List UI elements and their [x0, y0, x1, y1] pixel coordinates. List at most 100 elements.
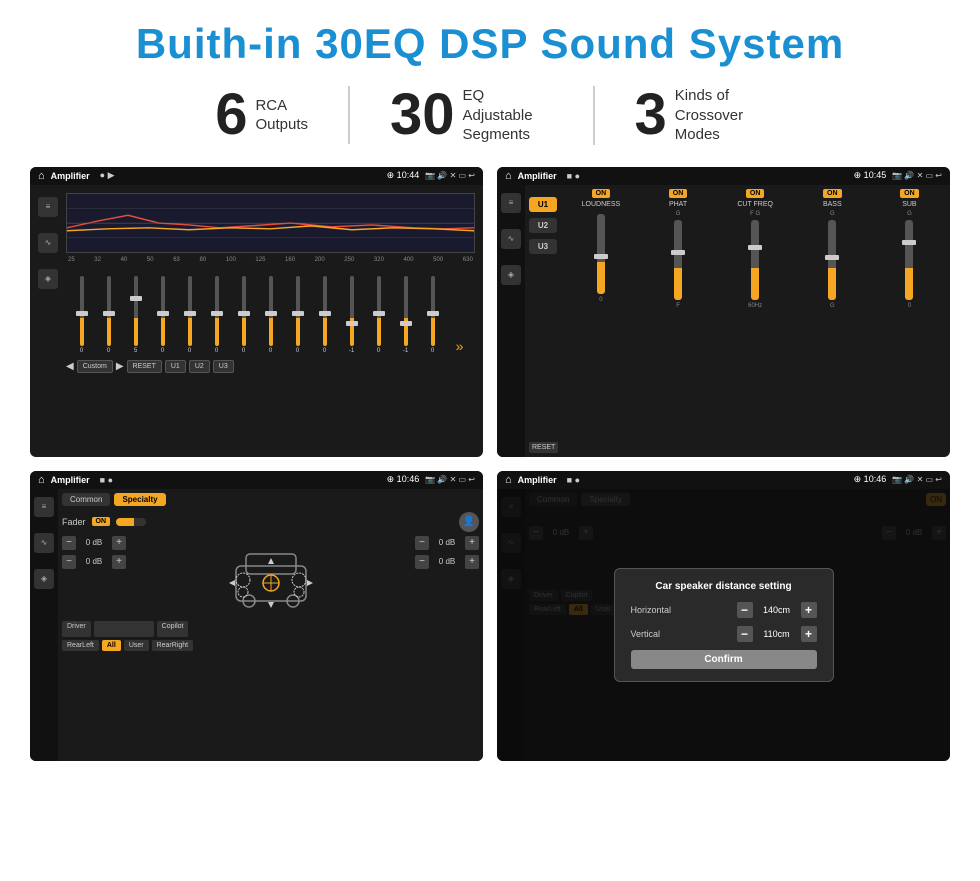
user-btn[interactable]: User — [124, 640, 149, 651]
crossover-reset-btn[interactable]: RESET — [529, 442, 558, 453]
eq-graph — [66, 193, 475, 253]
screenshots-grid: ⌂ Amplifier ● ▶ ⊕ 10:44 📷 🔊 ✕ ▭ ↩ ≡ ∿ ◈ — [30, 167, 950, 761]
car-diagram — [134, 536, 407, 616]
db-minus-3[interactable]: − — [415, 536, 429, 550]
bass-slider[interactable] — [828, 220, 836, 300]
fader-on-badge[interactable]: ON — [92, 517, 111, 526]
loudness-on[interactable]: ON — [592, 189, 611, 198]
xover-sidebar-icon-2[interactable]: ∿ — [501, 229, 521, 249]
dialog-vertical-row: Vertical − 110cm + — [631, 626, 817, 642]
crossover-sidebar: ≡ ∿ ◈ — [497, 185, 525, 457]
fader-slider-mini[interactable] — [116, 518, 146, 526]
bass-on[interactable]: ON — [823, 189, 842, 198]
slider-4[interactable]: 0 — [149, 276, 176, 354]
fader-left-controls: − 0 dB + − 0 dB + — [62, 536, 126, 569]
eq-controls: ◀ Custom ▶ RESET U1 U2 U3 — [66, 360, 475, 373]
horizontal-control: − 140cm + — [737, 602, 817, 618]
db-minus-2[interactable]: − — [62, 555, 76, 569]
status-bar-fader: ⌂ Amplifier ■ ● ⊕ 10:46 📷 🔊 ✕ ▭ ↩ — [30, 471, 483, 489]
all-btn[interactable]: All — [102, 640, 121, 651]
slider-10[interactable]: 0 — [311, 276, 338, 354]
slider-5[interactable]: 0 — [176, 276, 203, 354]
screenshot-distance: ⌂ Amplifier ■ ● ⊕ 10:46 📷 🔊 ✕ ▭ ↩ ≡ ∿ ◈ … — [497, 471, 950, 761]
slider-11[interactable]: -1 — [338, 276, 365, 354]
eq-screen: ≡ ∿ ◈ — [30, 185, 483, 457]
eq-custom-button[interactable]: Custom — [77, 360, 113, 373]
fader-sidebar-icon-1[interactable]: ≡ — [34, 497, 54, 517]
phat-on[interactable]: ON — [669, 189, 688, 198]
xover-sidebar-icon-1[interactable]: ≡ — [501, 193, 521, 213]
driver-btn[interactable]: Driver — [62, 621, 91, 637]
stat-crossover: 3 Kinds of Crossover Modes — [595, 86, 805, 145]
slider-expand[interactable]: » — [446, 338, 473, 354]
eq-sliders: 0 0 5 0 — [66, 266, 475, 356]
slider-8[interactable]: 0 — [257, 276, 284, 354]
time-crossover: ⊕ 10:45 — [854, 170, 887, 181]
eq-prev-button[interactable]: ◀ — [66, 361, 74, 372]
db-minus-1[interactable]: − — [62, 536, 76, 550]
vertical-value: 110cm — [757, 629, 797, 639]
eq-reset-button[interactable]: RESET — [127, 360, 162, 373]
cutfreq-on[interactable]: ON — [746, 189, 765, 198]
horizontal-label: Horizontal — [631, 605, 672, 615]
db-plus-4[interactable]: + — [465, 555, 479, 569]
status-bar-crossover: ⌂ Amplifier ■ ● ⊕ 10:45 📷 🔊 ✕ ▭ ↩ — [497, 167, 950, 185]
db-plus-2[interactable]: + — [112, 555, 126, 569]
slider-2[interactable]: 0 — [95, 276, 122, 354]
channel-phat: ON PHAT G F — [641, 189, 714, 453]
vertical-plus[interactable]: + — [801, 626, 817, 642]
slider-13[interactable]: -1 — [392, 276, 419, 354]
slider-9[interactable]: 0 — [284, 276, 311, 354]
time-distance: ⊕ 10:46 — [854, 474, 887, 485]
horizontal-minus[interactable]: − — [737, 602, 753, 618]
eq-u3-button[interactable]: U3 — [213, 360, 234, 373]
home-icon-4: ⌂ — [505, 474, 512, 486]
slider-3[interactable]: 5 — [122, 276, 149, 354]
eq-sidebar-icon-2[interactable]: ∿ — [38, 233, 58, 253]
confirm-button[interactable]: Confirm — [631, 650, 817, 669]
app-title-fader: Amplifier — [51, 475, 90, 485]
fader-header: Fader ON 👤 — [62, 512, 479, 532]
eq-u1-button[interactable]: U1 — [165, 360, 186, 373]
rearright-btn[interactable]: RearRight — [152, 640, 194, 651]
eq-sidebar-icon-1[interactable]: ≡ — [38, 197, 58, 217]
slider-1[interactable]: 0 — [68, 276, 95, 354]
xover-sidebar-icon-3[interactable]: ◈ — [501, 265, 521, 285]
loudness-slider[interactable] — [597, 214, 605, 294]
slider-6[interactable]: 0 — [203, 276, 230, 354]
fader-person-icon[interactable]: 👤 — [459, 512, 479, 532]
rearleft-btn[interactable]: RearLeft — [62, 640, 99, 651]
db-val-2: 0 dB — [79, 557, 109, 566]
eq-next-button[interactable]: ▶ — [116, 361, 124, 372]
fader-sidebar-icon-2[interactable]: ∿ — [34, 533, 54, 553]
sub-slider[interactable] — [905, 220, 913, 300]
sub-on[interactable]: ON — [900, 189, 919, 198]
vertical-minus[interactable]: − — [737, 626, 753, 642]
db-plus-1[interactable]: + — [112, 536, 126, 550]
tab-specialty[interactable]: Specialty — [114, 493, 165, 506]
slider-14[interactable]: 0 — [419, 276, 446, 354]
tab-common[interactable]: Common — [62, 493, 110, 506]
preset-u1[interactable]: U1 — [529, 197, 557, 212]
vertical-label: Vertical — [631, 629, 661, 639]
dialog-title: Car speaker distance setting — [631, 581, 817, 592]
horizontal-plus[interactable]: + — [801, 602, 817, 618]
db-plus-3[interactable]: + — [465, 536, 479, 550]
db-row-3: − 0 dB + — [415, 536, 479, 550]
eq-sidebar-icon-3[interactable]: ◈ — [38, 269, 58, 289]
screenshot-crossover: ⌂ Amplifier ■ ● ⊕ 10:45 📷 🔊 ✕ ▭ ↩ ≡ ∿ ◈ … — [497, 167, 950, 457]
fader-sidebar-icon-3[interactable]: ◈ — [34, 569, 54, 589]
db-row-4: − 0 dB + — [415, 555, 479, 569]
stat-rca-number: 6 — [215, 86, 247, 144]
preset-u2[interactable]: U2 — [529, 218, 557, 233]
eq-u2-button[interactable]: U2 — [189, 360, 210, 373]
cutfreq-slider[interactable] — [751, 220, 759, 300]
phat-slider[interactable] — [674, 220, 682, 300]
copilot-btn[interactable]: Copilot — [157, 621, 189, 637]
db-val-3: 0 dB — [432, 538, 462, 547]
slider-7[interactable]: 0 — [230, 276, 257, 354]
slider-12[interactable]: 0 — [365, 276, 392, 354]
db-minus-4[interactable]: − — [415, 555, 429, 569]
stats-row: 6 RCA Outputs 30 EQ Adjustable Segments … — [30, 86, 950, 145]
preset-u3[interactable]: U3 — [529, 239, 557, 254]
